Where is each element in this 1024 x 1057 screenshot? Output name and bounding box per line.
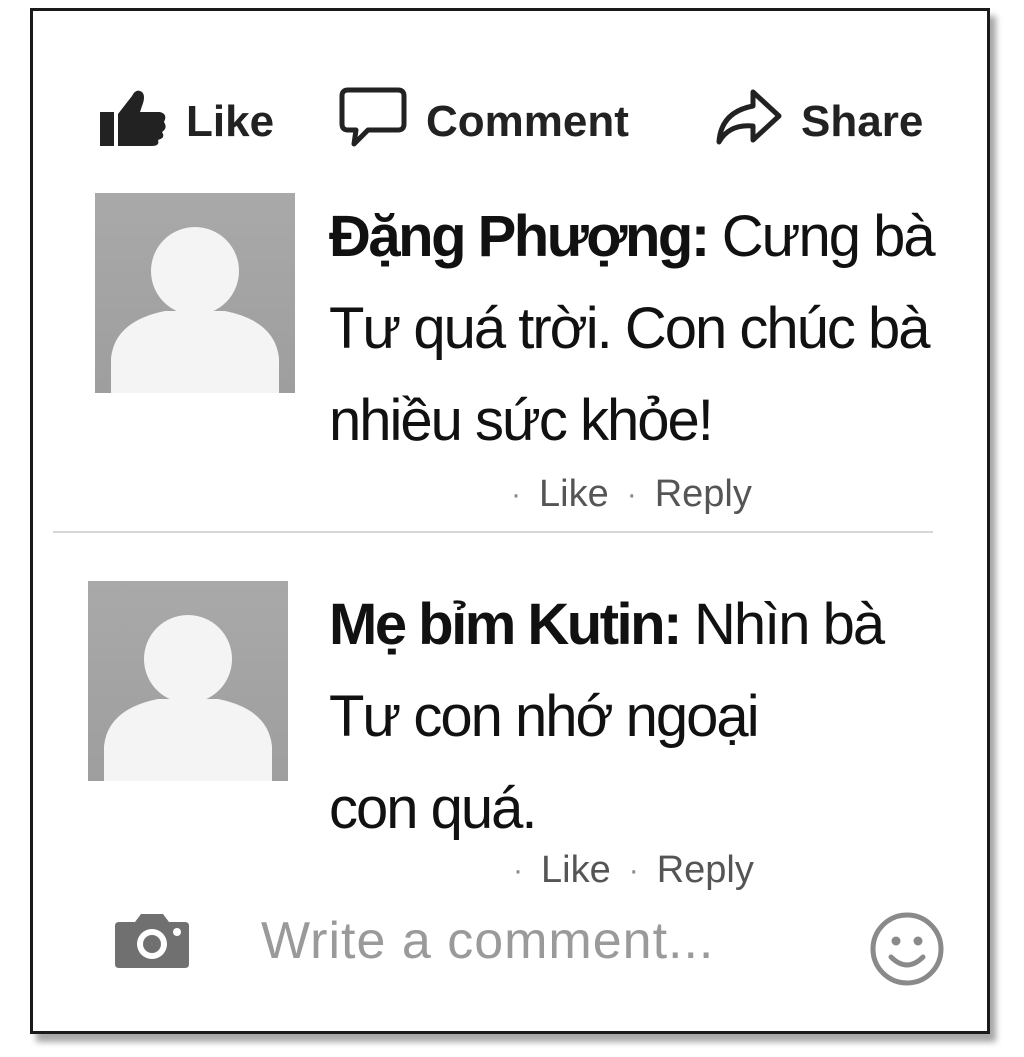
speech-bubble-icon: [338, 84, 408, 161]
comment-input[interactable]: Write a comment...: [261, 911, 714, 971]
comment-reply-link[interactable]: Reply: [655, 473, 752, 516]
comment-button[interactable]: Comment: [338, 87, 629, 153]
comment-line: Tư con nhớ ngoại: [329, 684, 760, 749]
comment-reply-link[interactable]: Reply: [657, 849, 754, 892]
like-label: Like: [186, 97, 275, 146]
comment-line: Nhìn bà: [694, 592, 885, 657]
comment-actions: · Like · Reply: [513, 849, 754, 892]
comment-author[interactable]: Mẹ bỉm Kutin:: [329, 592, 682, 657]
comment-line: Tư quá trời. Con chúc bà: [329, 296, 931, 361]
avatar[interactable]: [95, 193, 295, 393]
comment-line: nhiều sức khỏe!: [329, 388, 714, 453]
default-user-icon: [104, 615, 272, 781]
thumbs-up-icon: [98, 86, 168, 159]
comment-label: Comment: [426, 97, 629, 146]
comment-composer[interactable]: Write a comment...: [113, 901, 714, 981]
comment-author[interactable]: Đặng Phượng:: [329, 204, 710, 269]
smiley-icon[interactable]: [869, 911, 945, 992]
default-user-icon: [111, 227, 279, 393]
comment-divider: [53, 531, 933, 533]
comment-line: Cưng bà: [721, 204, 936, 269]
avatar[interactable]: [88, 581, 288, 781]
camera-icon[interactable]: [113, 910, 191, 973]
comment-like-link[interactable]: Like: [539, 473, 609, 516]
comment-actions: · Like · Reply: [511, 473, 752, 516]
share-label: Share: [801, 97, 924, 146]
share-button[interactable]: Share: [713, 89, 924, 153]
comment-panel: Like Comment Share Đặng Phượng: Cưng bà …: [30, 8, 990, 1034]
comment-body: Đặng Phượng: Cưng bà Tư quá trời. Con ch…: [329, 191, 969, 467]
comment-body: Mẹ bỉm Kutin: Nhìn bà Tư con nhớ ngoại c…: [329, 579, 969, 855]
share-arrow-icon: [713, 86, 783, 159]
comment-line: con quá.: [329, 776, 538, 841]
comment-like-link[interactable]: Like: [541, 849, 611, 892]
like-button[interactable]: Like: [98, 90, 275, 153]
